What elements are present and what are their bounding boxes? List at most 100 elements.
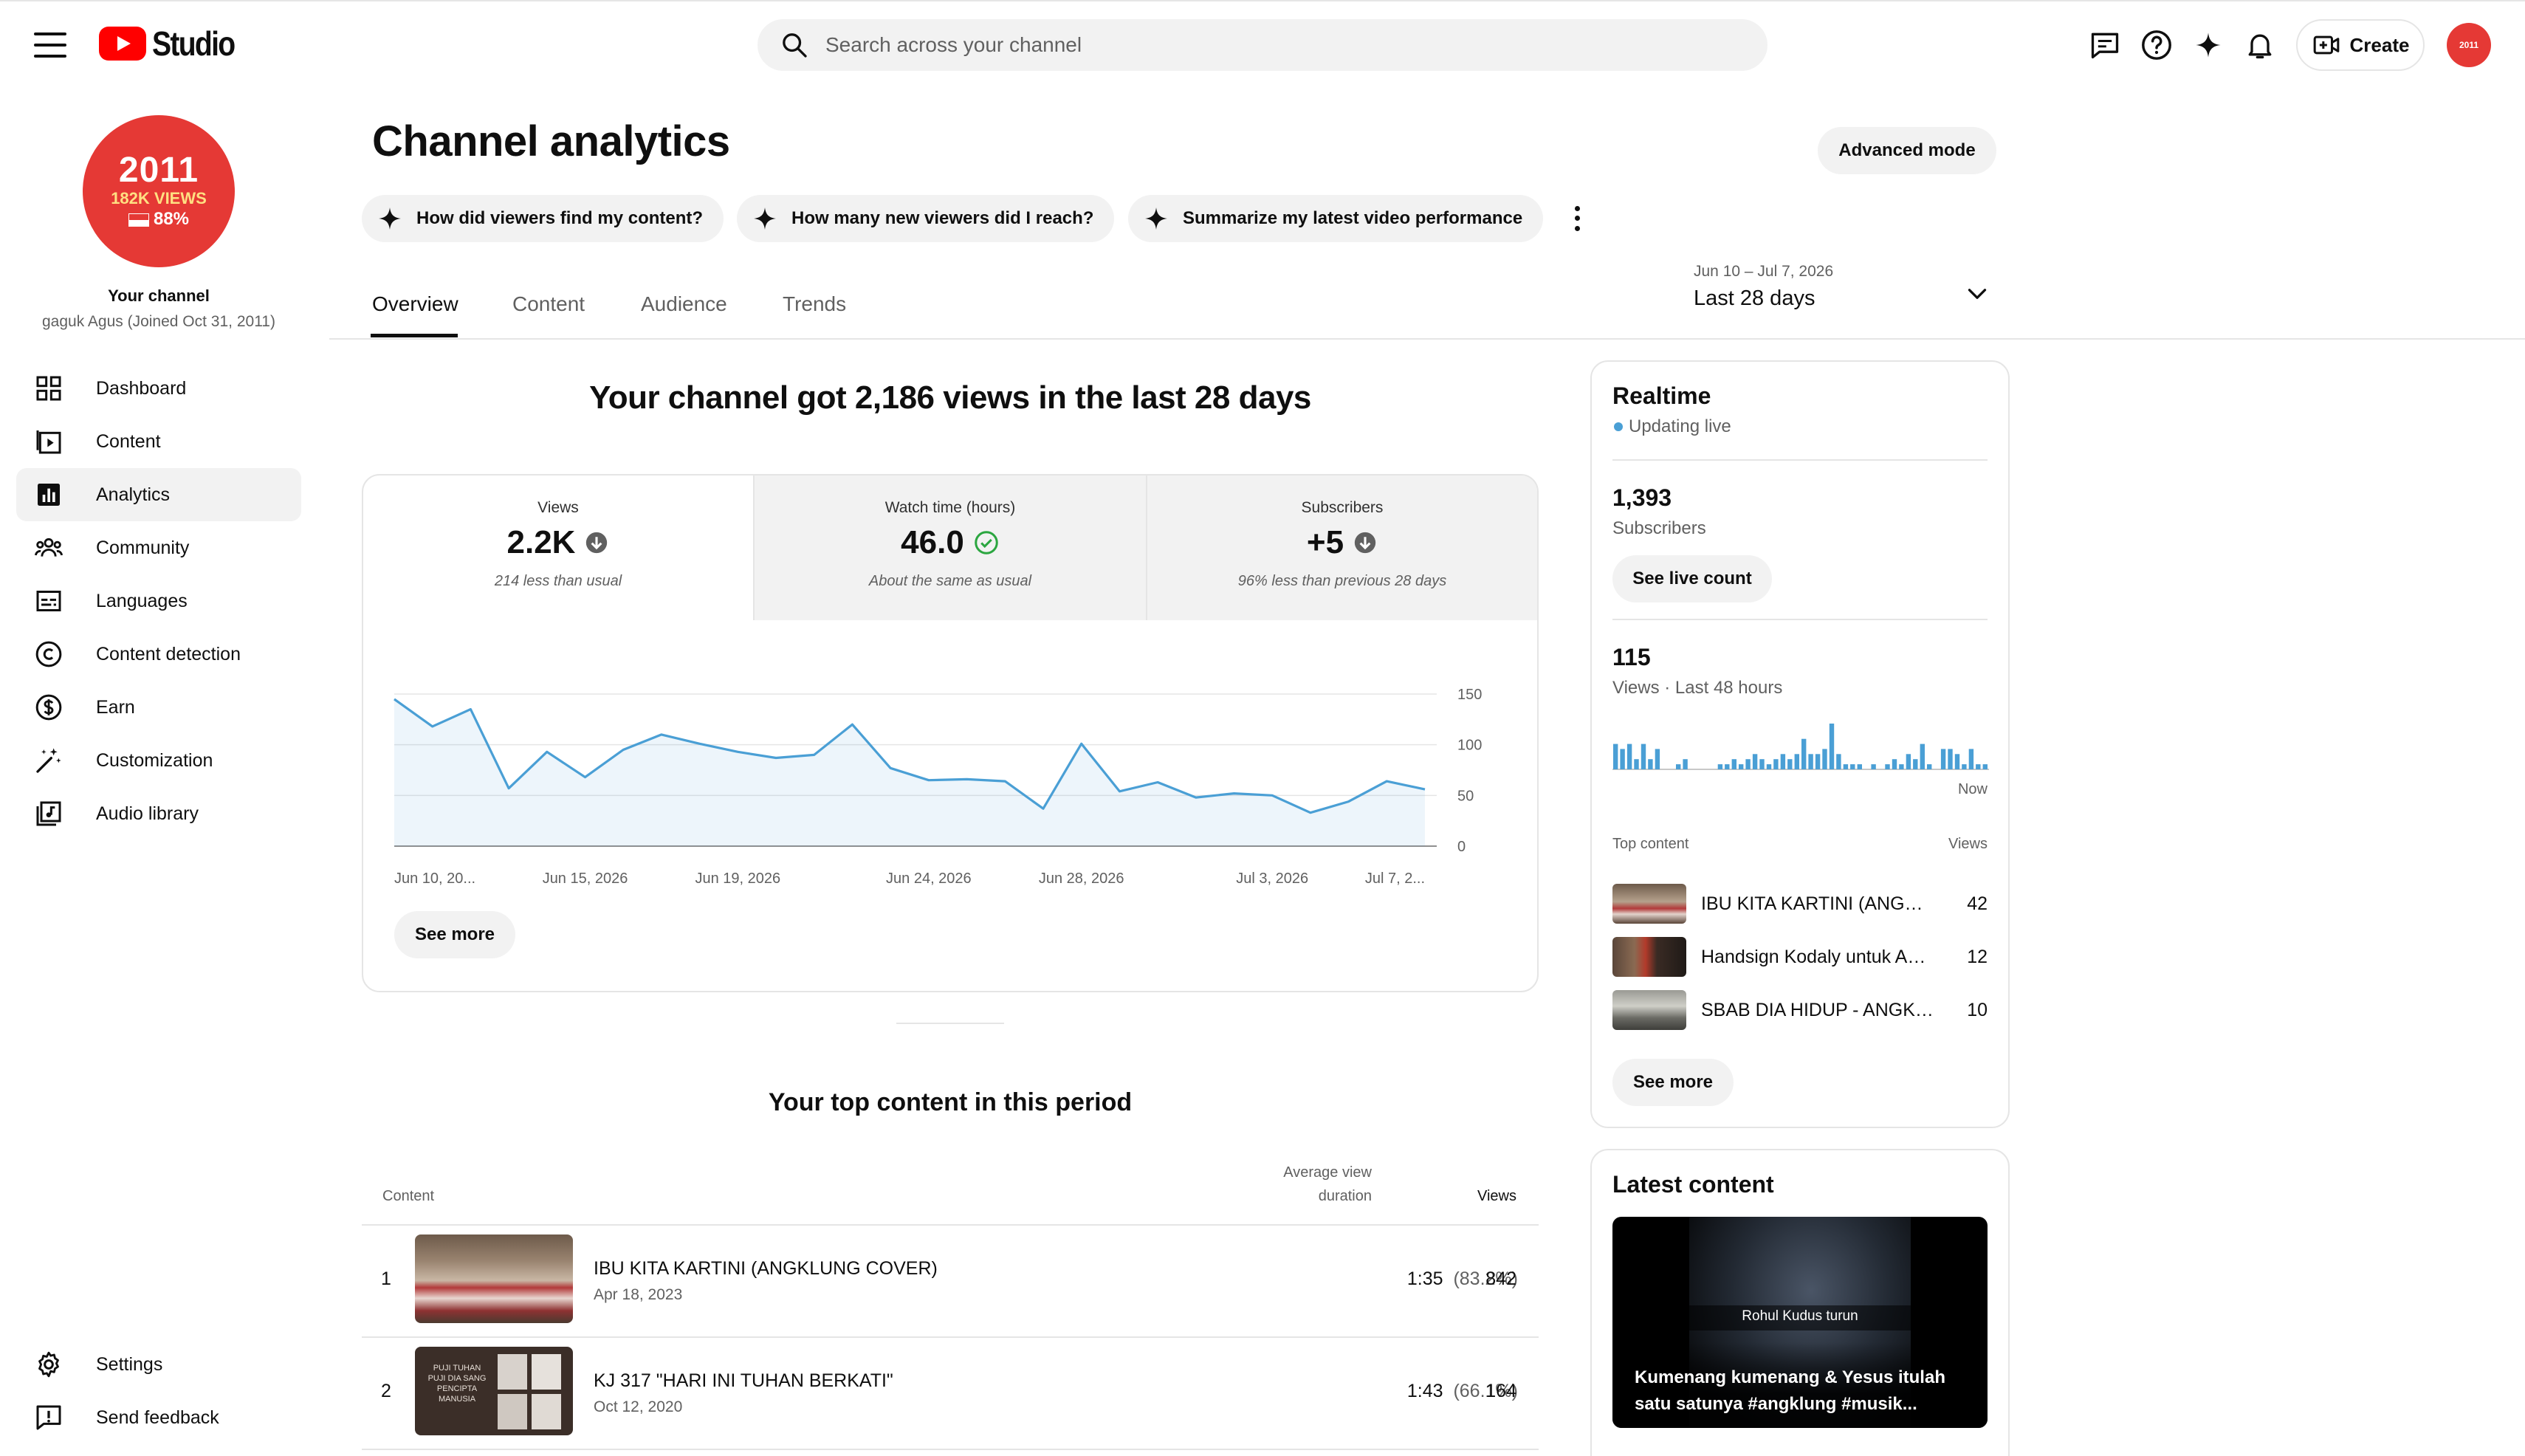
tab-overview[interactable]: Overview xyxy=(372,292,458,316)
sidebar-item-customization[interactable]: Customization xyxy=(16,734,301,787)
metric-title: Watch time (hours) xyxy=(884,499,1016,516)
sidebar-item-label: Community xyxy=(96,537,190,558)
check-circle-icon xyxy=(975,531,998,554)
section-divider xyxy=(896,1023,1004,1024)
realtime-content-row[interactable]: SBAB DIA HIDUP - ANGKLUNG 10 xyxy=(1612,989,1988,1031)
realtime-now-label: Now xyxy=(1957,781,1988,797)
tab-content[interactable]: Content xyxy=(512,292,585,316)
table-divider xyxy=(362,1449,1539,1450)
realtime-bar xyxy=(1676,764,1681,769)
metric-subtext: 96% less than previous 28 days xyxy=(1237,573,1447,589)
latest-video-thumbnail[interactable]: Rohul Kudus turun Kumenang kumenang & Ye… xyxy=(1612,1217,1988,1428)
content-views: 42 xyxy=(1967,893,1988,914)
advanced-mode-button[interactable]: Advanced mode xyxy=(1818,127,1996,174)
thumbnail-caption: Rohul Kudus turun xyxy=(1742,1308,1858,1324)
row-title[interactable]: IBU KITA KARTINI (ANGKLUNG COVER) xyxy=(594,1258,938,1280)
views-line-chart[interactable]: 150 100 50 0 Jun 10, 20... Jun 15, 2026 Jun 1… xyxy=(384,665,1506,886)
sparkle-icon[interactable] xyxy=(2188,25,2228,65)
column-header-avg-view-duration[interactable]: Average view duration xyxy=(1255,1161,1372,1208)
sidebar-item-community[interactable]: Community xyxy=(16,521,301,574)
notifications-bell-icon[interactable] xyxy=(2240,25,2280,65)
sidebar-item-languages[interactable]: Languages xyxy=(16,574,301,628)
realtime-bar xyxy=(1648,759,1653,769)
column-header-views[interactable]: Views xyxy=(1443,1184,1516,1208)
account-avatar[interactable]: 2011 xyxy=(2447,23,2491,67)
y-tick-label: 50 xyxy=(1457,788,1474,804)
menu-icon[interactable] xyxy=(30,28,71,62)
realtime-bar xyxy=(1829,724,1835,769)
realtime-bar xyxy=(1954,754,1960,769)
realtime-bar xyxy=(1780,754,1786,769)
sidebar-item-content[interactable]: Content xyxy=(16,415,301,468)
column-header-content: Content xyxy=(382,1188,435,1204)
sidebar-item-earn[interactable]: Earn xyxy=(16,681,301,734)
video-thumbnail[interactable]: PUJI TUHAN PUJI DIA SANG PENCIPTA MANUSI… xyxy=(415,1347,573,1435)
realtime-bar xyxy=(1850,764,1855,769)
channel-avatar[interactable]: 2011 182K VIEWS 88% xyxy=(83,115,235,267)
metric-watch-time[interactable]: Watch time (hours) 46.0 About the same a… xyxy=(753,475,1146,620)
realtime-bar xyxy=(1717,764,1723,769)
realtime-bar xyxy=(1836,754,1841,769)
search-icon xyxy=(783,33,807,58)
panel-divider xyxy=(1612,459,1988,461)
chip-label: Summarize my latest video performance xyxy=(1183,208,1523,228)
metric-title: Subscribers xyxy=(1301,499,1384,516)
overview-see-more-button[interactable]: See more xyxy=(394,911,515,958)
tab-trends[interactable]: Trends xyxy=(783,292,846,316)
date-range-picker[interactable]: Jun 10 – Jul 7, 2026 Last 28 days xyxy=(1694,263,1833,311)
tab-audience[interactable]: Audience xyxy=(641,292,727,316)
realtime-bar-chart[interactable] xyxy=(1612,716,1989,771)
latest-video-title[interactable]: Kumenang kumenang & Yesus itulah satu sa… xyxy=(1635,1364,1967,1418)
row-views: 842 xyxy=(1485,1268,1516,1289)
create-button[interactable]: Create xyxy=(2296,19,2425,71)
row-title[interactable]: KJ 317 "HARI INI TUHAN BERKATI" xyxy=(594,1370,893,1392)
search-input[interactable] xyxy=(825,33,1638,57)
search-bar[interactable] xyxy=(758,19,1768,71)
sidebar-item-content-detection[interactable]: Content detection xyxy=(16,628,301,681)
table-row[interactable]: 2 PUJI TUHAN PUJI DIA SANG PENCIPTA MANU… xyxy=(362,1338,1539,1449)
ai-prompt-chip[interactable]: How did viewers find my content? xyxy=(362,195,724,242)
date-range-dates: Jun 10 – Jul 7, 2026 xyxy=(1694,263,1834,280)
sidebar-item-label: Settings xyxy=(96,1353,163,1375)
x-tick-label: Jun 28, 2026 xyxy=(1039,870,1124,886)
see-live-count-button[interactable]: See live count xyxy=(1612,555,1772,602)
realtime-content-row[interactable]: Handsign Kodaly untuk Anak 12 xyxy=(1612,936,1988,978)
comments-icon[interactable] xyxy=(2085,25,2125,65)
metric-subscribers[interactable]: Subscribers +5 96% less than previous 28… xyxy=(1146,475,1537,620)
sidebar-item-dashboard[interactable]: Dashboard xyxy=(16,362,301,415)
thumbnail-text: PUJI TUHAN PUJI DIA SANG PENCIPTA MANUSI… xyxy=(427,1364,487,1404)
realtime-bar xyxy=(1620,749,1625,769)
content-title: SBAB DIA HIDUP - ANGKLUNG xyxy=(1701,999,1934,1020)
more-options-icon[interactable] xyxy=(1568,204,1586,233)
content-views: 12 xyxy=(1967,946,1988,967)
row-rank: 1 xyxy=(381,1268,391,1289)
realtime-content-row[interactable]: IBU KITA KARTINI (ANGKLUNG COVER) 42 xyxy=(1612,883,1988,924)
table-row[interactable]: 1 IBU KITA KARTINI (ANGKLUNG COVER) Apr … xyxy=(362,1226,1539,1336)
help-icon[interactable] xyxy=(2137,25,2177,65)
video-thumbnail xyxy=(1612,937,1686,977)
gear-icon xyxy=(32,1348,65,1381)
realtime-subscribers-label: Subscribers xyxy=(1612,518,1706,538)
ai-prompt-chip[interactable]: Summarize my latest video performance xyxy=(1128,195,1544,242)
content-icon xyxy=(32,425,65,458)
realtime-bar xyxy=(1613,744,1618,769)
sidebar-item-label: Audio library xyxy=(96,803,199,824)
sidebar-item-send-feedback[interactable]: Send feedback xyxy=(16,1391,301,1444)
top-content-label: Top content xyxy=(1612,836,1689,852)
sidebar-item-audio-library[interactable]: Audio library xyxy=(16,787,301,840)
sparkle-icon xyxy=(379,207,401,230)
realtime-bar xyxy=(1759,759,1765,769)
ai-prompt-chip[interactable]: How many new viewers did I reach? xyxy=(737,195,1115,242)
metric-value: 46.0 xyxy=(755,524,1146,561)
video-thumbnail xyxy=(1612,884,1686,924)
chevron-down-icon[interactable] xyxy=(1964,281,1990,307)
video-thumbnail[interactable] xyxy=(415,1234,573,1323)
sidebar-item-analytics[interactable]: Analytics xyxy=(16,468,301,521)
metric-views[interactable]: Views 2.2K 214 less than usual xyxy=(363,475,753,620)
realtime-bar xyxy=(1968,749,1974,769)
page-title: Channel analytics xyxy=(372,117,730,165)
studio-logo[interactable]: Studio xyxy=(99,24,249,63)
sidebar-item-settings[interactable]: Settings xyxy=(16,1338,301,1391)
realtime-see-more-button[interactable]: See more xyxy=(1612,1059,1734,1106)
realtime-views-label: Views · Last 48 hours xyxy=(1612,678,1783,698)
